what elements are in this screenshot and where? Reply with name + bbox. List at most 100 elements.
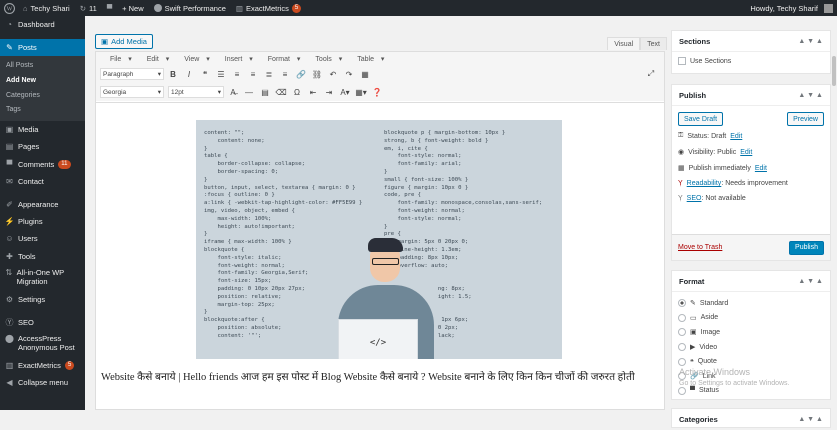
preview-button[interactable]: Preview — [787, 112, 824, 126]
sidebar-item-posts[interactable]: ✎ Posts — [0, 39, 85, 57]
account-menu[interactable]: Howdy, Techy Sharif — [745, 0, 837, 16]
italic-icon[interactable]: I — [182, 67, 196, 81]
readability-row: Ỵ Readability: Needs improvement — [678, 180, 788, 187]
move-to-trash-link[interactable]: Move to Trash — [678, 244, 722, 251]
exactmetrics-link[interactable]: ▥ ExactMetrics 5 — [231, 0, 306, 16]
seo-icon: Ⓨ — [5, 317, 14, 327]
schedule-row: ▦ Publish immediately Edit — [678, 164, 767, 173]
bullet-list-icon[interactable]: ☰ — [214, 67, 228, 81]
sidebar-item-dashboard[interactable]: ◔ Dashboard — [0, 16, 85, 33]
submenu-categories[interactable]: Categories — [0, 89, 85, 104]
scrollbar-thumb[interactable] — [832, 56, 836, 86]
plugins-icon: ⚡ — [4, 217, 15, 227]
box-arrows[interactable]: ▲ ▼ ▲ — [798, 278, 823, 285]
align-right-icon[interactable]: ≡ — [278, 67, 292, 81]
sidebar-item-accesspress[interactable]: ⬤ AccessPress Anonymous Post — [0, 331, 85, 357]
numbered-list-icon[interactable]: ≡ — [230, 67, 244, 81]
sidebar-item-pages[interactable]: ▤ Pages — [0, 138, 85, 155]
page-scrollbar[interactable] — [831, 16, 837, 410]
sidebar-item-settings[interactable]: ⚙ Settings — [0, 291, 85, 308]
swift-performance-link[interactable]: Swift Performance — [149, 0, 231, 16]
edit-schedule-link[interactable]: Edit — [755, 165, 767, 172]
format-option-video[interactable]: ▶ Video — [672, 340, 830, 355]
editor-content[interactable]: content: ""; content: none; } table { bo… — [96, 102, 664, 409]
help-icon[interactable]: ❓ — [370, 85, 384, 99]
unlink-icon[interactable]: ⛓ — [310, 67, 324, 81]
align-left-icon[interactable]: ≡ — [246, 67, 260, 81]
font-size-select[interactable]: 12pt ▾ — [168, 86, 224, 98]
format-option-aside[interactable]: ▭ Aside — [672, 311, 830, 326]
seo-link[interactable]: SEO — [687, 195, 702, 202]
box-arrows[interactable]: ▲ ▼ ▲ — [798, 416, 823, 423]
indent-icon[interactable]: ⇥ — [322, 85, 336, 99]
publish-button[interactable]: Publish — [789, 240, 824, 255]
new-content-link[interactable]: + New — [117, 0, 148, 16]
clear-formatting-icon[interactable]: ⌫ — [274, 85, 288, 99]
migration-icon: ⇅ — [5, 267, 13, 277]
fullscreen-icon[interactable]: ⤢ — [644, 67, 658, 81]
visibility-row: ◉ Visibility: Public Edit — [678, 148, 753, 157]
submenu-all-posts[interactable]: All Posts — [0, 59, 85, 74]
updates-link[interactable]: ↻ 11 — [75, 0, 102, 16]
add-media-button[interactable]: ▣ Add Media — [95, 34, 153, 49]
sidebar-item-plugins[interactable]: ⚡ Plugins — [0, 213, 85, 230]
blockquote-icon[interactable]: ❝ — [198, 67, 212, 81]
use-sections-option[interactable]: Use Sections — [672, 57, 830, 65]
format-option-image[interactable]: ▣ Image — [672, 325, 830, 340]
wordpress-logo-icon[interactable]: W — [0, 0, 18, 16]
menu-table[interactable]: Table ▾ — [347, 55, 389, 63]
tab-text[interactable]: Text — [640, 37, 667, 50]
readability-link[interactable]: Readability — [687, 180, 722, 187]
edit-visibility-link[interactable]: Edit — [740, 149, 752, 156]
paste-text-icon[interactable]: ▤ — [258, 85, 272, 99]
outdent-icon[interactable]: ⇤ — [306, 85, 320, 99]
avatar — [824, 3, 833, 13]
edit-status-link[interactable]: Edit — [730, 133, 742, 140]
box-arrows[interactable]: ▲ ▼ ▲ — [798, 38, 823, 45]
key-icon: ⚿ — [678, 132, 684, 139]
omega-icon[interactable]: Ω — [290, 85, 304, 99]
box-arrows[interactable]: ▲ ▼ ▲ — [798, 92, 823, 99]
sidebar-item-seo[interactable]: Ⓨ SEO — [0, 314, 85, 331]
site-name-link[interactable]: ⌂ Techy Shari — [18, 0, 75, 16]
align-center-icon[interactable]: ≣ — [262, 67, 276, 81]
text-color-icon[interactable]: A▾ — [338, 85, 352, 99]
strikethrough-icon[interactable]: A̶ — [226, 85, 240, 99]
sidebar-item-tools[interactable]: ✚ Tools — [0, 247, 85, 264]
sidebar-item-comments[interactable]: ▀ Comments 11 — [0, 156, 85, 173]
menu-insert[interactable]: Insert ▾ — [215, 55, 258, 63]
bold-icon[interactable]: B — [166, 67, 180, 81]
sidebar-item-appearance[interactable]: ✐ Appearance — [0, 196, 85, 213]
windows-activation-watermark: Activate Windows Go to Settings to activ… — [679, 367, 790, 387]
sidebar-item-exactmetrics[interactable]: ▥ ExactMetrics 5 — [0, 357, 85, 374]
redo-icon[interactable]: ↷ — [342, 67, 356, 81]
tab-visual[interactable]: Visual — [607, 37, 641, 50]
toolbar-toggle-icon[interactable]: ▦ — [358, 67, 372, 81]
link-icon[interactable]: 🔗 — [294, 67, 308, 81]
collapse-menu-button[interactable]: ◀ Collapse menu — [0, 374, 85, 391]
horizontal-line-icon[interactable]: — — [242, 85, 256, 99]
post-paragraph[interactable]: Website कैसे बनाये | Hello friends आज हम… — [101, 371, 661, 384]
menu-edit[interactable]: Edit ▾ — [137, 55, 175, 63]
menu-tools[interactable]: Tools ▾ — [305, 55, 347, 63]
table-icon[interactable]: ▦▾ — [354, 85, 368, 99]
menu-view[interactable]: View ▾ — [174, 55, 215, 63]
format-option-standard[interactable]: ✎ Standard — [672, 296, 830, 311]
font-family-select[interactable]: Georgia ▾ — [100, 86, 164, 98]
menu-file[interactable]: File ▾ — [100, 55, 137, 63]
comments-icon: ▀ — [6, 159, 13, 169]
use-sections-checkbox[interactable] — [678, 57, 686, 65]
submenu-tags[interactable]: Tags — [0, 103, 85, 118]
contact-icon: ✉ — [6, 176, 13, 186]
sidebar-item-migration[interactable]: ⇅ All-in-One WP Migration — [0, 265, 85, 291]
comments-link[interactable]: ▀ — [102, 0, 117, 16]
undo-icon[interactable]: ↶ — [326, 67, 340, 81]
submenu-add-new[interactable]: Add New — [0, 74, 85, 89]
save-draft-button[interactable]: Save Draft — [678, 112, 724, 126]
format-select[interactable]: Paragraph ▾ — [100, 68, 164, 80]
sidebar-item-contact[interactable]: ✉ Contact — [0, 173, 85, 190]
sidebar-item-users[interactable]: ☺ Users — [0, 230, 85, 247]
exactmetrics-icon: ▥ — [5, 361, 14, 371]
menu-format[interactable]: Format ▾ — [258, 55, 306, 63]
sidebar-item-media[interactable]: ▣ Media — [0, 121, 85, 138]
